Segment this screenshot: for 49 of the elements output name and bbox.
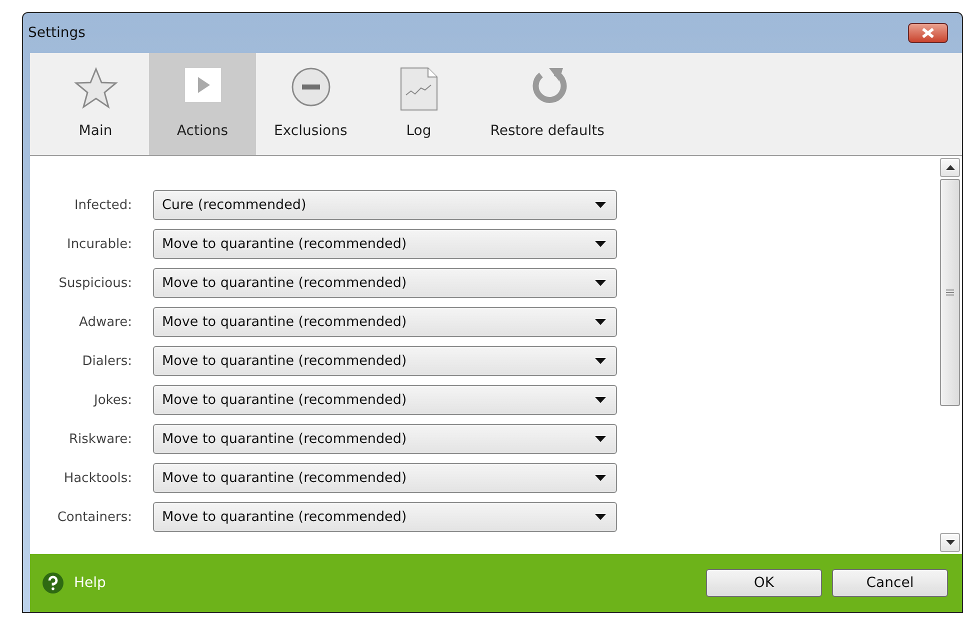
scroll-thumb[interactable] — [940, 179, 960, 406]
action-dropdown[interactable]: Move to quarantine (recommended) — [153, 502, 617, 532]
action-dropdown[interactable]: Move to quarantine (recommended) — [153, 307, 617, 337]
scroll-down-button[interactable] — [940, 533, 960, 552]
action-dropdown[interactable]: Cure (recommended) — [153, 190, 617, 220]
scroll-up-button[interactable] — [940, 158, 960, 177]
caret-icon — [595, 280, 606, 286]
action-label: Infected: — [73, 198, 132, 212]
action-dropdown[interactable]: Move to quarantine (recommended) — [153, 463, 617, 493]
caret-icon — [595, 475, 606, 481]
caret-icon — [595, 319, 606, 325]
window-title: Settings — [28, 25, 86, 41]
close-icon — [920, 27, 936, 39]
action-label: Suspicious: — [58, 276, 132, 290]
action-dropdown[interactable]: Move to quarantine (recommended) — [153, 346, 617, 376]
toolbar-tab[interactable]: Exclusions — [256, 53, 366, 155]
down-arrow-icon — [946, 540, 954, 545]
action-label: Incurable: — [66, 236, 132, 252]
caret-icon — [595, 202, 606, 208]
action-dropdown[interactable]: Move to quarantine (recommended) — [153, 268, 617, 298]
play-icon — [184, 67, 222, 103]
toolbar-tab[interactable]: Restore defaults — [472, 53, 622, 155]
action-dropdown[interactable]: Move to quarantine (recommended) — [153, 385, 617, 415]
action-label: Jokes: — [92, 392, 132, 408]
action-label: Hacktools: — [62, 470, 132, 486]
document-chart-icon — [400, 67, 438, 111]
scrollbar[interactable] — [940, 158, 960, 552]
star-icon — [74, 67, 118, 109]
caret-icon — [595, 241, 606, 247]
action-label: Riskware: — [68, 432, 132, 446]
action-dropdown[interactable]: Move to quarantine (recommended) — [153, 229, 617, 259]
minus-circle-icon — [290, 67, 331, 107]
caret-icon — [595, 358, 606, 364]
close-button[interactable] — [908, 23, 948, 43]
toolbar-tab[interactable]: Actions — [149, 53, 256, 155]
up-arrow-icon — [946, 165, 954, 170]
action-label: Adware: — [78, 314, 132, 330]
caret-icon — [595, 514, 606, 520]
dialog-button[interactable]: Cancel — [832, 569, 948, 597]
help-icon — [42, 572, 64, 594]
caret-icon — [595, 436, 606, 442]
action-label: Dialers: — [81, 354, 132, 368]
action-dropdown[interactable]: Move to quarantine (recommended) — [153, 424, 617, 454]
grip-icon — [946, 289, 954, 296]
dialog-button[interactable]: OK — [706, 569, 822, 597]
action-label: Containers: — [56, 510, 132, 524]
toolbar-tab[interactable]: Log — [365, 53, 472, 155]
toolbar-tab[interactable]: Main — [42, 53, 149, 155]
caret-icon — [595, 397, 606, 403]
